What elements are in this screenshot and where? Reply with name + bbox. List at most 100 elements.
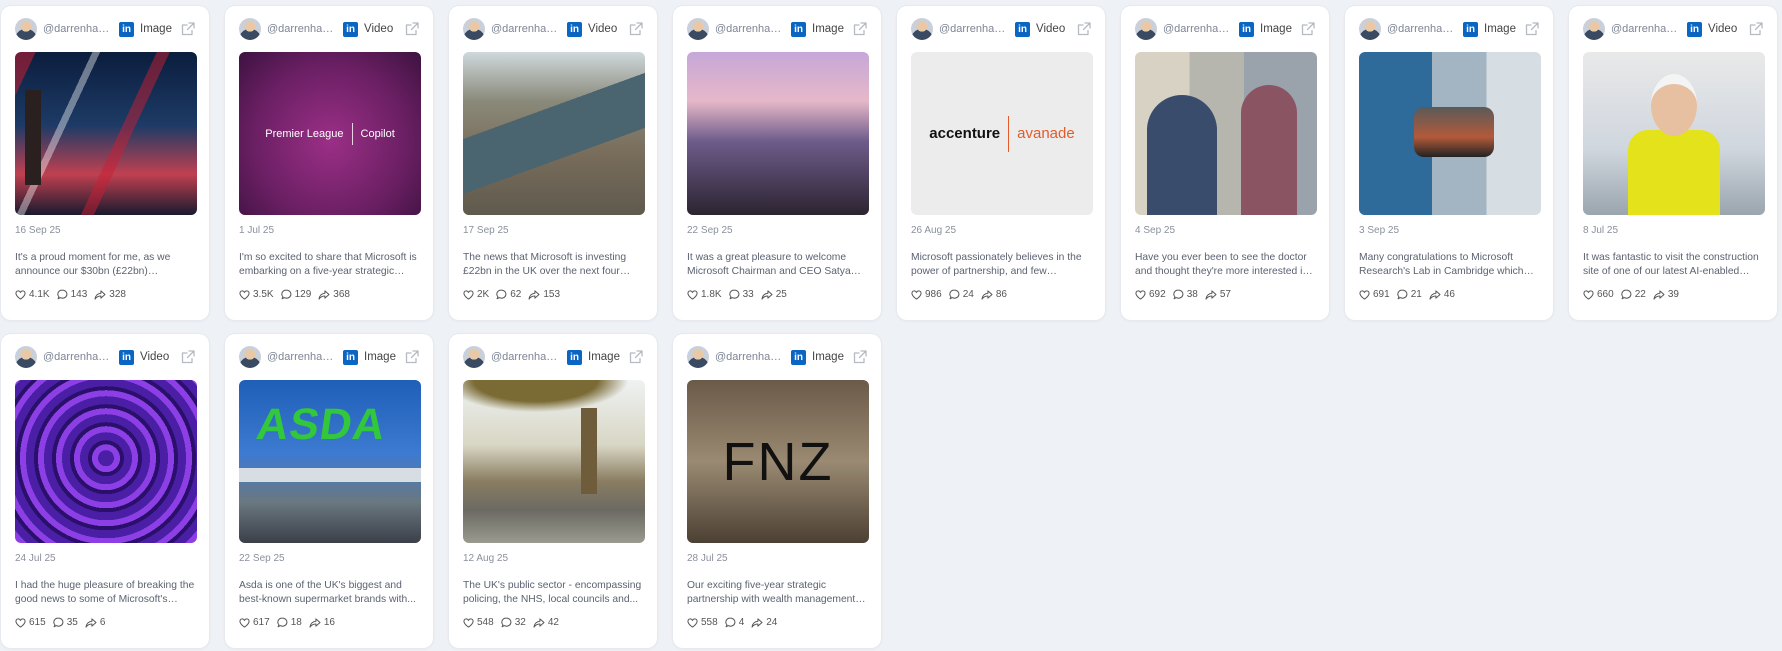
post-date: 3 Sep 25 — [1359, 225, 1400, 236]
post-card[interactable]: @darrenhardman in Image FNZ 28 Jul 25 Ou… — [673, 334, 881, 648]
avatar[interactable] — [239, 346, 261, 368]
comments-stat: 24 — [949, 289, 974, 300]
author-handle[interactable]: @darrenhardman — [1163, 23, 1231, 35]
comments-count: 22 — [1634, 289, 1646, 300]
avatar[interactable] — [239, 18, 261, 40]
likes-stat: 617 — [239, 617, 270, 628]
comment-icon — [1173, 289, 1184, 300]
post-card[interactable]: @darrenhardman in Video Premier League Co… — [225, 6, 433, 320]
premier-league-logo: Premier League — [265, 127, 344, 140]
external-link-icon[interactable] — [405, 22, 419, 36]
store-canopy — [239, 468, 421, 482]
shares-count: 39 — [1667, 289, 1679, 300]
post-card[interactable]: @darrenhardman in Image 12 Aug 25 The UK… — [449, 334, 657, 648]
external-link-icon[interactable] — [629, 350, 643, 364]
shares-count: 57 — [1219, 289, 1231, 300]
post-card[interactable]: @darrenhardman in Video accenture avanade… — [897, 6, 1105, 320]
avatar[interactable] — [1583, 18, 1605, 40]
avatar[interactable] — [687, 346, 709, 368]
external-link-icon[interactable] — [181, 350, 195, 364]
shares-stat: 39 — [1653, 289, 1679, 300]
post-card[interactable]: @darrenhardman in Image 4 Sep 25 Have yo… — [1121, 6, 1329, 320]
external-link-icon[interactable] — [405, 350, 419, 364]
external-link-icon[interactable] — [1749, 22, 1763, 36]
engagement-stats: 4.1K 143 328 — [15, 289, 195, 300]
likes-stat: 548 — [463, 617, 494, 628]
external-link-icon[interactable] — [853, 22, 867, 36]
post-thumbnail[interactable] — [15, 52, 197, 215]
post-thumbnail[interactable] — [1359, 52, 1541, 215]
avatar[interactable] — [463, 18, 485, 40]
post-date: 12 Aug 25 — [463, 553, 509, 564]
heart-icon — [1135, 289, 1146, 300]
hi-vis-vest-shape — [1628, 130, 1720, 215]
post-card[interactable]: @darrenhardman in Video 8 Jul 25 It was … — [1569, 6, 1777, 320]
post-date: 4 Sep 25 — [1135, 225, 1176, 236]
avatar[interactable] — [687, 18, 709, 40]
post-card[interactable]: @darrenhardman in Video 24 Jul 25 I had … — [1, 334, 209, 648]
avatar[interactable] — [911, 18, 933, 40]
post-date: 16 Sep 25 — [15, 225, 61, 236]
avatar[interactable] — [15, 18, 37, 40]
post-excerpt: Microsoft passionately believes in the p… — [911, 252, 1082, 277]
author-handle[interactable]: @darrenhardman — [715, 351, 783, 363]
comments-count: 32 — [514, 617, 526, 628]
author-handle[interactable]: @darrenhardman — [491, 351, 559, 363]
post-excerpt: Have you ever been to see the doctor and… — [1135, 252, 1309, 277]
author-handle[interactable]: @darrenhardman — [939, 23, 1007, 35]
comments-stat: 35 — [53, 617, 78, 628]
author-handle[interactable]: @darrenhardman — [1387, 23, 1455, 35]
post-thumbnail[interactable]: accenture avanade — [911, 52, 1093, 215]
external-link-icon[interactable] — [1301, 22, 1315, 36]
post-thumbnail[interactable]: ASDA — [239, 380, 421, 543]
likes-count: 986 — [925, 289, 942, 300]
likes-stat: 691 — [1359, 289, 1390, 300]
shares-stat: 153 — [528, 289, 560, 300]
external-link-icon[interactable] — [853, 350, 867, 364]
share-icon — [751, 617, 763, 628]
share-icon — [761, 289, 773, 300]
linkedin-icon: in — [1239, 21, 1255, 37]
post-excerpt: It was a great pleasure to welcome Micro… — [687, 252, 851, 277]
author-handle[interactable]: @darrenhardman — [491, 23, 559, 35]
post-thumbnail[interactable] — [15, 380, 197, 543]
post-thumbnail[interactable] — [687, 52, 869, 215]
external-link-icon[interactable] — [181, 22, 195, 36]
heart-icon — [463, 289, 474, 300]
linkedin-icon: in — [791, 21, 807, 37]
post-date: 26 Aug 25 — [911, 225, 957, 236]
post-thumbnail[interactable] — [463, 52, 645, 215]
post-thumbnail[interactable] — [1135, 52, 1317, 215]
author-handle[interactable]: @darrenhardman — [715, 23, 783, 35]
external-link-icon[interactable] — [1077, 22, 1091, 36]
author-handle[interactable]: @darrenhardman — [43, 351, 111, 363]
external-link-icon[interactable] — [629, 22, 643, 36]
shares-count: 153 — [543, 289, 561, 300]
engagement-stats: 986 24 86 — [911, 289, 1091, 300]
share-icon — [85, 617, 97, 628]
heart-icon — [463, 617, 474, 628]
post-card[interactable]: @darrenhardman in Image 22 Sep 25 It was… — [673, 6, 881, 320]
post-thumbnail[interactable] — [463, 380, 645, 543]
post-thumbnail[interactable] — [1583, 52, 1765, 215]
avatar[interactable] — [15, 346, 37, 368]
post-thumbnail[interactable]: Premier League Copilot — [239, 52, 421, 215]
shares-stat: 57 — [1205, 289, 1231, 300]
likes-count: 548 — [477, 617, 494, 628]
post-card[interactable]: @darrenhardman in Image ASDA 22 Sep 25 A… — [225, 334, 433, 648]
avatar[interactable] — [463, 346, 485, 368]
engagement-stats: 558 4 24 — [687, 617, 867, 628]
external-link-icon[interactable] — [1525, 22, 1539, 36]
post-card[interactable]: @darrenhardman in Image 3 Sep 25 Many co… — [1345, 6, 1553, 320]
post-thumbnail[interactable]: FNZ — [687, 380, 869, 543]
author-handle[interactable]: @darrenhardman — [267, 351, 335, 363]
avatar[interactable] — [1359, 18, 1381, 40]
partner-logos: Premier League Copilot — [265, 122, 395, 145]
avatar[interactable] — [1135, 18, 1157, 40]
post-card[interactable]: @darrenhardman in Video 17 Sep 25 The ne… — [449, 6, 657, 320]
heart-icon — [239, 289, 250, 300]
author-handle[interactable]: @darrenhardman — [1611, 23, 1679, 35]
post-card[interactable]: @darrenhardman in Image 16 Sep 25 It's a… — [1, 6, 209, 320]
author-handle[interactable]: @darrenhardman — [267, 23, 335, 35]
author-handle[interactable]: @darrenhardman — [43, 23, 111, 35]
